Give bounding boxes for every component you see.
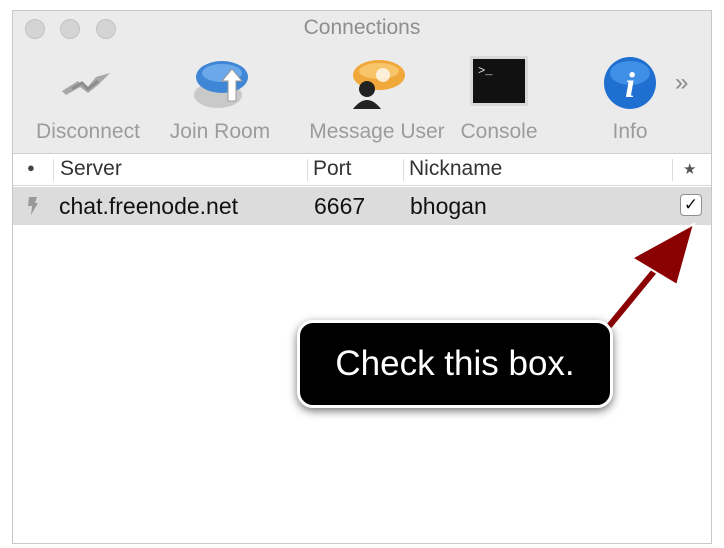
annotation-callout: Check this box. [297, 320, 613, 408]
annotation-arrow [607, 221, 696, 328]
